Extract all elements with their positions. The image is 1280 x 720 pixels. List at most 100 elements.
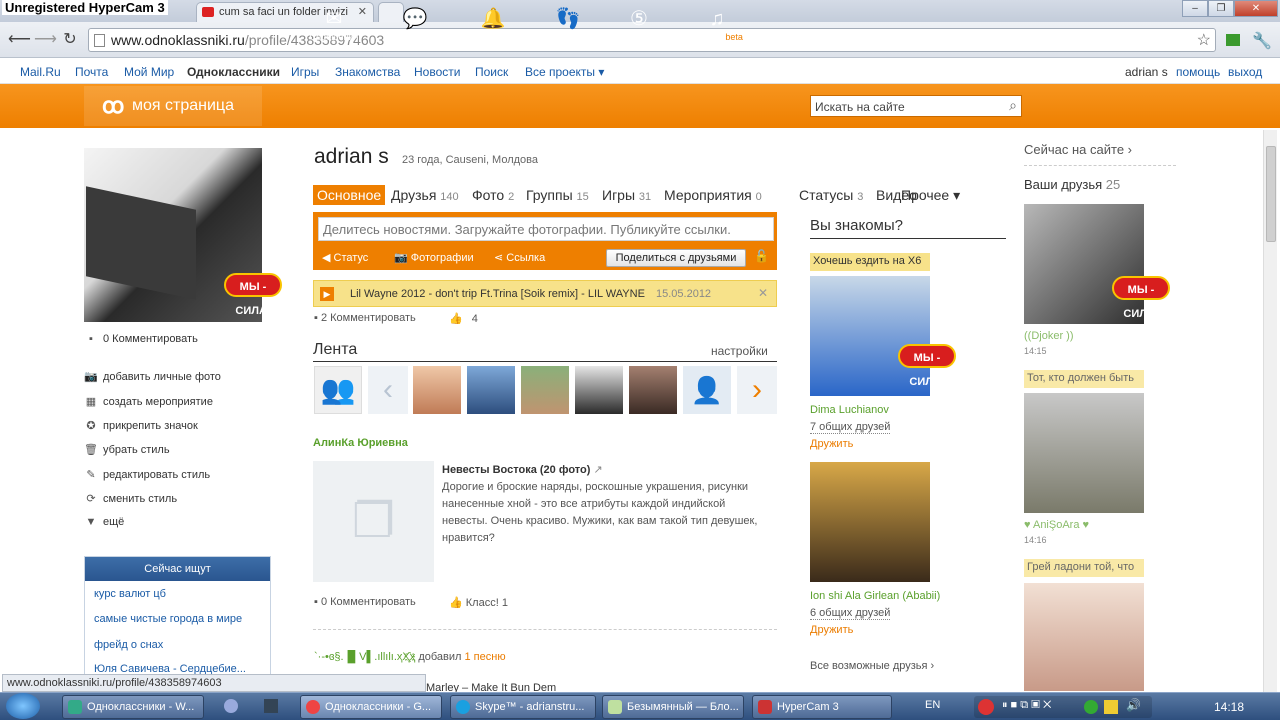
bookmark-star-icon[interactable]: ☆ (1197, 30, 1211, 50)
pin-badge-action[interactable]: ✪ прикрепить значок (84, 419, 197, 432)
quicklaunch-icon[interactable] (224, 699, 238, 713)
status-like[interactable]: 👍 4 (449, 312, 478, 325)
suggest-mutual[interactable]: 7 общих друзей (810, 421, 891, 434)
suggest-befriend[interactable]: Дружить (810, 438, 853, 450)
nav-my-world[interactable]: Мой Мир (124, 65, 174, 79)
nav-games[interactable]: Игры (291, 65, 319, 79)
close-window-button[interactable]: ✕ (1234, 0, 1278, 17)
nav-search[interactable]: Поиск (475, 65, 508, 79)
taskbar-window[interactable]: Skype™ - adrianstru... (450, 695, 596, 719)
share-status[interactable]: ◀ Статус (322, 251, 368, 264)
remove-style-action[interactable]: 🗑 убрать стиль (84, 443, 170, 456)
search-icon[interactable]: ⌕ (1009, 97, 1017, 114)
feed-filter-all-icon[interactable]: 👥 (314, 366, 362, 414)
suggest-name[interactable]: Ion shi Ala Girlean (Ababii) (810, 590, 940, 602)
tab-statuses[interactable]: Статусы 3 (799, 187, 863, 203)
nav-odnoklassniki[interactable]: Одноклассники (187, 65, 280, 79)
back-arrow-icon[interactable]: ⟵ (8, 30, 31, 50)
post-title[interactable]: Невесты Востока (20 фото) ↗ (442, 463, 603, 476)
tab-photos[interactable]: Фото 2 (472, 187, 514, 203)
now-playing-title[interactable]: Lil Wayne 2012 - don't trip Ft.Trina [So… (350, 288, 645, 300)
extension-icon[interactable] (1226, 34, 1240, 46)
record-icon[interactable] (978, 699, 994, 715)
tab-main[interactable]: Основное (313, 185, 386, 205)
chevron-right-icon[interactable]: › (737, 366, 777, 414)
share-link[interactable]: ⋖ Ссылка (494, 251, 545, 264)
avatar-comment-link[interactable]: ▪ 0 Комментировать (84, 333, 198, 345)
music-button[interactable]: ♫ Музыка beta (682, 8, 752, 42)
nav-logout[interactable]: выход (1228, 65, 1262, 79)
post-comment-link[interactable]: ▪ 0 Комментировать (314, 596, 416, 608)
start-button[interactable] (6, 693, 40, 719)
volume-icon[interactable]: 🔊 (1126, 698, 1141, 712)
minimize-window-button[interactable]: – (1182, 0, 1208, 17)
suggest-photo[interactable]: МЫ - СИЛА! (810, 276, 956, 396)
create-event-action[interactable]: ▦ создать мероприятие (84, 395, 213, 408)
add-photo-action[interactable]: 📷 добавить личные фото (84, 370, 221, 383)
nav-mail[interactable]: Почта (75, 65, 108, 79)
tab-groups[interactable]: Группы 15 (526, 187, 589, 203)
nav-news[interactable]: Новости (414, 65, 460, 79)
discussions-button[interactable]: 💬 Обсуждения (380, 8, 450, 42)
friend-thumbnail[interactable] (521, 366, 569, 414)
messages-button[interactable]: ✉ Сообщения (299, 8, 369, 42)
nav-dating[interactable]: Знакомства (335, 65, 400, 79)
edit-style-action[interactable]: ✎ редактировать стиль (84, 468, 210, 481)
tray-icons[interactable]: ⏸ ■ ⧉ ▣ ✕ (1002, 699, 1051, 712)
friend-photo[interactable] (1024, 393, 1144, 513)
taskbar-window[interactable]: Одноклассники - W... (62, 695, 204, 719)
change-style-action[interactable]: ⟳ сменить стиль (84, 492, 177, 505)
language-indicator[interactable]: EN (925, 699, 940, 711)
suggest-mutual[interactable]: 6 общих друзей (810, 607, 891, 620)
friend-thumbnail[interactable] (413, 366, 461, 414)
notifications-button[interactable]: 🔔 Оповещения (458, 8, 528, 42)
suggest-banner[interactable]: Хочешь ездить на Х6 (810, 253, 930, 271)
friends-heading[interactable]: Ваши друзья 25 (1024, 177, 1120, 192)
friend-name[interactable]: ((Djoker )) (1024, 330, 1074, 342)
play-icon[interactable]: ▶ (320, 287, 334, 301)
tab-friends[interactable]: Друзья 140 (391, 187, 459, 203)
friend-photo[interactable] (1024, 583, 1144, 691)
chevron-left-icon[interactable]: ‹ (368, 366, 408, 414)
ratings-button[interactable]: ⑤ Оценки (604, 8, 674, 42)
next-item-link[interactable]: 1 песню (465, 651, 506, 663)
feed-settings-link[interactable]: настройки (711, 344, 768, 358)
forward-arrow-icon[interactable]: ⟶ (34, 30, 57, 50)
nav-username[interactable]: adrian s (1125, 65, 1168, 79)
close-icon[interactable]: ✕ (758, 286, 768, 300)
friend-thumbnail[interactable] (629, 366, 677, 414)
online-now-link[interactable]: Сейчас на сайте › (1024, 142, 1132, 157)
share-input[interactable]: Делитесь новостями. Загружайте фотографи… (318, 217, 774, 241)
tray-app-icon[interactable] (1084, 700, 1098, 714)
taskbar-window[interactable]: Одноклассники - G... (300, 695, 442, 719)
search-trend-item[interactable]: курс валют цб (94, 588, 166, 600)
more-action[interactable]: ▼ ещё (84, 516, 125, 528)
scrollbar-thumb[interactable] (1266, 146, 1276, 242)
taskbar-window[interactable]: Безымянный — Бло... (602, 695, 744, 719)
nav-help[interactable]: помощь (1176, 65, 1220, 79)
friend-thumbnail[interactable] (467, 366, 515, 414)
search-trend-item[interactable]: фрейд о снах (94, 639, 163, 651)
taskbar-window[interactable]: HyperCam 3 (752, 695, 892, 719)
nav-all-projects[interactable]: Все проекты ▾ (525, 65, 604, 79)
friend-name[interactable]: ♥ AniŞoAra ♥ (1024, 519, 1089, 531)
search-trend-item[interactable]: самые чистые города в мире (94, 613, 242, 625)
my-page-button[interactable]: ꝏ моя страница (84, 86, 262, 126)
friend-photo[interactable]: МЫ - СИЛА! (1024, 204, 1170, 324)
site-search-input[interactable]: Искать на сайте ⌕ (810, 95, 1022, 117)
post-author[interactable]: АлинКа Юриевна (313, 437, 408, 449)
tab-games[interactable]: Игры 31 (602, 187, 651, 203)
tab-events[interactable]: Мероприятия 0 (664, 187, 762, 203)
wrench-menu-icon[interactable]: 🔧 (1252, 31, 1272, 51)
tab-more[interactable]: Прочее ▾ (901, 187, 960, 204)
tray-app-icon[interactable] (1104, 700, 1118, 714)
profile-avatar[interactable]: МЫ - СИЛА! (84, 148, 282, 322)
all-suggestions-link[interactable]: Все возможные друзья › (810, 660, 934, 672)
guests-button[interactable]: 👣 Гости (533, 8, 603, 42)
lock-icon[interactable]: 🔓 (754, 249, 769, 263)
quicklaunch-icon[interactable] (264, 699, 278, 713)
friend-thumbnail[interactable] (575, 366, 623, 414)
restore-window-button[interactable]: ❐ (1208, 0, 1234, 17)
share-photos[interactable]: 📷 Фотографии (394, 251, 474, 264)
next-item-author[interactable]: `·-•ɞ§.▐▌V▌.ıllılı.ҳҲ҈ҳ (314, 651, 415, 663)
